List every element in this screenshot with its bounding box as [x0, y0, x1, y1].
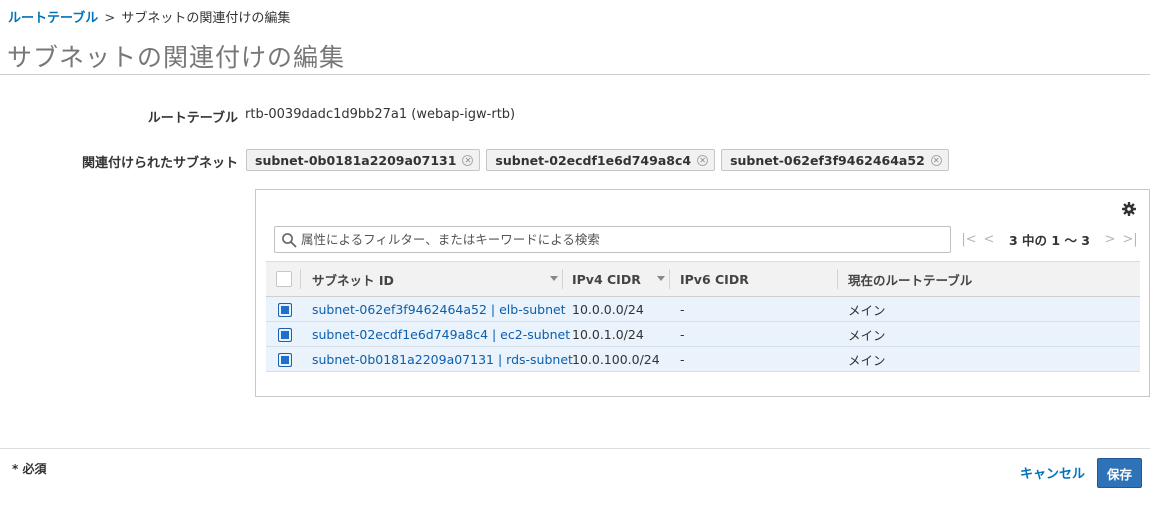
- breadcrumb-separator: >: [104, 11, 116, 26]
- subnet-token: subnet-02ecdf1e6d749a8c4 ✕: [486, 149, 716, 171]
- breadcrumb: ルートテーブル > サブネットの関連付けの編集: [8, 7, 290, 26]
- gear-icon[interactable]: [1121, 201, 1137, 217]
- close-circle-icon[interactable]: ✕: [930, 154, 942, 166]
- pagination-status: 3 中の 1 ～ 3: [1009, 233, 1090, 248]
- associated-subnets-label: 関連付けられたサブネット: [81, 156, 238, 171]
- column-header-ipv6-cidr[interactable]: IPv6 CIDR: [680, 262, 749, 296]
- route-table-value: rtb-0039dadc1d9bb27a1 (webap-igw-rtb): [245, 107, 516, 122]
- associated-subnet-tokens: subnet-0b0181a2209a07131 ✕ subnet-02ecdf…: [246, 149, 949, 171]
- column-divider: [300, 269, 301, 289]
- search-icon: [282, 232, 297, 247]
- column-header-subnet-id[interactable]: サブネット ID: [312, 262, 394, 296]
- filter-search-box: [274, 226, 951, 253]
- subnet-token-label: subnet-062ef3f9462464a52: [730, 152, 925, 168]
- ipv4-cidr-cell: 10.0.1.0/24: [572, 326, 644, 342]
- column-divider: [837, 269, 838, 289]
- save-button[interactable]: 保存: [1097, 458, 1142, 488]
- ipv4-cidr-cell: 10.0.100.0/24: [572, 351, 660, 367]
- ipv6-cidr-cell: -: [680, 326, 685, 342]
- column-header-ipv4-cidr[interactable]: IPv4 CIDR: [572, 262, 641, 296]
- route-table-label: ルートテーブル: [147, 111, 238, 126]
- column-divider: [669, 269, 670, 289]
- route-table-cell: メイン: [848, 302, 886, 318]
- row-checkbox[interactable]: [278, 328, 292, 342]
- close-circle-icon[interactable]: ✕: [697, 154, 709, 166]
- required-note: * 必須: [12, 462, 47, 476]
- subnet-table: サブネット ID IPv4 CIDR IPv6 CIDR 現在のルートテーブル …: [266, 261, 1140, 372]
- page-title: サブネットの関連付けの編集: [7, 43, 346, 72]
- table-row[interactable]: subnet-0b0181a2209a07131 | rds-subnet 10…: [266, 347, 1140, 372]
- column-divider: [562, 269, 563, 289]
- column-header-current-route-table[interactable]: 現在のルートテーブル: [848, 262, 972, 296]
- first-page-button[interactable]: |<: [961, 232, 977, 247]
- title-divider: [0, 74, 1150, 75]
- footer-divider: [0, 448, 1150, 449]
- cancel-button[interactable]: キャンセル: [1020, 463, 1085, 482]
- row-checkbox[interactable]: [278, 353, 292, 367]
- subnet-link[interactable]: subnet-0b0181a2209a07131 | rds-subnet: [312, 347, 573, 371]
- last-page-button[interactable]: >|: [1122, 232, 1138, 247]
- row-checkbox[interactable]: [278, 303, 292, 317]
- sort-caret-icon[interactable]: [550, 276, 558, 281]
- subnet-token-label: subnet-02ecdf1e6d749a8c4: [495, 152, 692, 168]
- filter-search-input[interactable]: [301, 232, 950, 247]
- subnet-token: subnet-0b0181a2209a07131 ✕: [246, 149, 481, 171]
- subnet-link[interactable]: subnet-02ecdf1e6d749a8c4 | ec2-subnet: [312, 322, 570, 346]
- breadcrumb-current: サブネットの関連付けの編集: [121, 11, 291, 26]
- close-circle-icon[interactable]: ✕: [462, 154, 474, 166]
- subnet-token: subnet-062ef3f9462464a52 ✕: [721, 149, 949, 171]
- ipv6-cidr-cell: -: [680, 301, 685, 317]
- next-page-button[interactable]: >: [1102, 232, 1118, 247]
- subnet-table-panel: |< < 3 中の 1 ～ 3 > >| サブネット ID IPv4 CIDR …: [255, 189, 1150, 397]
- subnet-link[interactable]: subnet-062ef3f9462464a52 | elb-subnet: [312, 297, 566, 321]
- route-table-cell: メイン: [848, 352, 886, 368]
- subnet-token-label: subnet-0b0181a2209a07131: [255, 152, 457, 168]
- ipv6-cidr-cell: -: [680, 351, 685, 367]
- previous-page-button[interactable]: <: [981, 232, 997, 247]
- table-header-row: サブネット ID IPv4 CIDR IPv6 CIDR 現在のルートテーブル: [266, 261, 1140, 297]
- table-row[interactable]: subnet-062ef3f9462464a52 | elb-subnet 10…: [266, 297, 1140, 322]
- route-table-cell: メイン: [848, 327, 886, 343]
- breadcrumb-route-tables-link[interactable]: ルートテーブル: [8, 11, 98, 26]
- table-row[interactable]: subnet-02ecdf1e6d749a8c4 | ec2-subnet 10…: [266, 322, 1140, 347]
- select-all-checkbox[interactable]: [276, 271, 292, 287]
- ipv4-cidr-cell: 10.0.0.0/24: [572, 301, 644, 317]
- sort-caret-icon[interactable]: [657, 276, 665, 281]
- pagination: |< < 3 中の 1 ～ 3 > >|: [961, 230, 1138, 249]
